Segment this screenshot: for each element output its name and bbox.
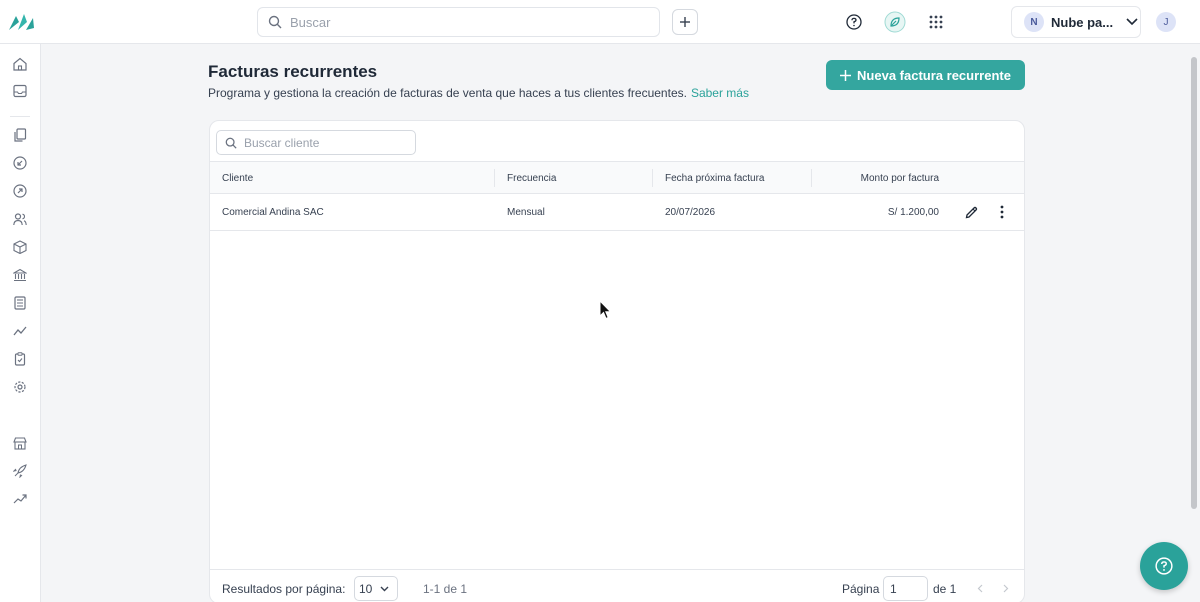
recurring-invoices-card: Cliente Frecuencia Fecha próxima factura… [209, 120, 1025, 602]
per-page-select[interactable]: 10 [354, 576, 398, 601]
cell-fecha: 20/07/2026 [665, 207, 716, 218]
column-header-cliente[interactable]: Cliente [222, 173, 253, 184]
page-title: Facturas recurrentes [208, 62, 378, 81]
table-footer: Resultados por página: 10 1-1 de 1 Págin… [210, 569, 1024, 602]
help-icon [846, 14, 862, 30]
per-page-label: Resultados por página: [222, 582, 346, 596]
documents-icon [14, 128, 27, 142]
chevron-down-icon [1126, 18, 1138, 26]
client-search[interactable] [216, 130, 416, 155]
sidebar-reports[interactable] [12, 323, 28, 339]
page-total: de 1 [933, 582, 957, 596]
gear-icon [14, 381, 26, 393]
sidebar-tasks[interactable] [12, 351, 28, 367]
top-bar: N Nube pa... J [0, 0, 1200, 44]
mouse-cursor-icon [599, 300, 612, 320]
page-scrollbar-thumb[interactable] [1191, 57, 1197, 509]
sidebar-income[interactable] [12, 155, 28, 171]
column-divider [811, 169, 812, 187]
chart-line-icon [13, 326, 27, 336]
calculator-icon [14, 296, 26, 310]
per-page-value: 10 [359, 581, 373, 596]
more-vertical-icon [1000, 205, 1004, 219]
quick-add-button[interactable] [672, 9, 698, 35]
home-icon [13, 57, 27, 71]
inbox-icon [13, 84, 27, 98]
column-divider [494, 169, 495, 187]
sidebar-expenses[interactable] [12, 183, 28, 199]
column-header-monto[interactable]: Monto por factura [861, 173, 939, 184]
column-header-fecha[interactable]: Fecha próxima factura [665, 173, 765, 184]
store-icon [13, 437, 27, 450]
company-avatar: N [1024, 12, 1044, 32]
income-icon [13, 156, 27, 170]
page-number-input[interactable] [883, 576, 928, 601]
sidebar-documents[interactable] [12, 127, 28, 143]
page-label: Página [842, 582, 880, 596]
search-icon [225, 137, 237, 149]
chevron-left-icon [977, 584, 983, 592]
cell-monto: S/ 1.200,00 [887, 207, 939, 218]
sidebar-launch[interactable] [12, 463, 28, 479]
help-icon [1155, 557, 1173, 575]
sidebar-store[interactable] [12, 435, 28, 451]
help-chat-button[interactable] [1140, 542, 1188, 590]
previous-page-button[interactable] [973, 581, 987, 595]
sidebar-banks[interactable] [12, 267, 28, 283]
next-page-button[interactable] [999, 581, 1013, 595]
sidebar-inbox[interactable] [12, 83, 28, 99]
results-range: 1-1 de 1 [423, 582, 468, 596]
leaf-icon [884, 11, 906, 33]
company-selector[interactable]: N Nube pa... [1011, 6, 1141, 38]
global-search[interactable] [257, 7, 660, 37]
box-icon [13, 240, 27, 254]
sidebar-accounting[interactable] [12, 295, 28, 311]
chevron-right-icon [1003, 584, 1009, 592]
sidebar-inventory[interactable] [12, 239, 28, 255]
apps-button[interactable] [924, 10, 948, 34]
global-search-input[interactable] [290, 14, 630, 30]
rocket-icon [13, 464, 27, 478]
row-more-button[interactable] [994, 204, 1010, 220]
sidebar-contacts[interactable] [12, 211, 28, 227]
sidebar-growth[interactable] [12, 491, 28, 507]
help-button[interactable] [842, 10, 866, 34]
learn-more-link[interactable]: Saber más [691, 86, 749, 100]
cell-cliente: Comercial Andina SAC [222, 207, 324, 218]
table-row[interactable]: Comercial Andina SAC Mensual 20/07/2026 … [210, 194, 1024, 231]
contacts-icon [13, 213, 27, 226]
column-header-frecuencia[interactable]: Frecuencia [507, 173, 556, 184]
plus-icon [840, 69, 852, 81]
chevron-down-icon [380, 586, 389, 591]
company-name: Nube pa... [1051, 14, 1114, 30]
search-icon [268, 15, 282, 29]
new-recurring-invoice-button[interactable]: Nueva factura recurrente [826, 60, 1025, 90]
sidebar-divider [10, 116, 30, 117]
cell-frecuencia: Mensual [507, 207, 545, 218]
user-avatar[interactable]: J [1156, 12, 1176, 32]
expenses-icon [13, 184, 27, 198]
column-divider [652, 169, 653, 187]
table-header: Cliente Frecuencia Fecha próxima factura… [210, 161, 1024, 194]
eco-button[interactable] [883, 10, 907, 34]
page-description-text: Programa y gestiona la creación de factu… [208, 86, 687, 100]
clipboard-icon [14, 352, 26, 366]
sidebar-settings[interactable] [12, 379, 28, 395]
sidebar-home[interactable] [12, 56, 28, 72]
page-description: Programa y gestiona la creación de factu… [208, 86, 749, 100]
plus-icon [680, 17, 690, 27]
new-recurring-invoice-label: Nueva factura recurrente [857, 67, 1011, 83]
apps-grid-icon [929, 15, 943, 29]
app-logo[interactable] [6, 10, 36, 34]
trending-up-icon [13, 494, 27, 504]
client-search-input[interactable] [244, 135, 404, 150]
bank-icon [13, 268, 27, 282]
edit-button[interactable] [963, 204, 979, 220]
sidebar [0, 44, 41, 602]
pencil-icon [965, 206, 977, 218]
